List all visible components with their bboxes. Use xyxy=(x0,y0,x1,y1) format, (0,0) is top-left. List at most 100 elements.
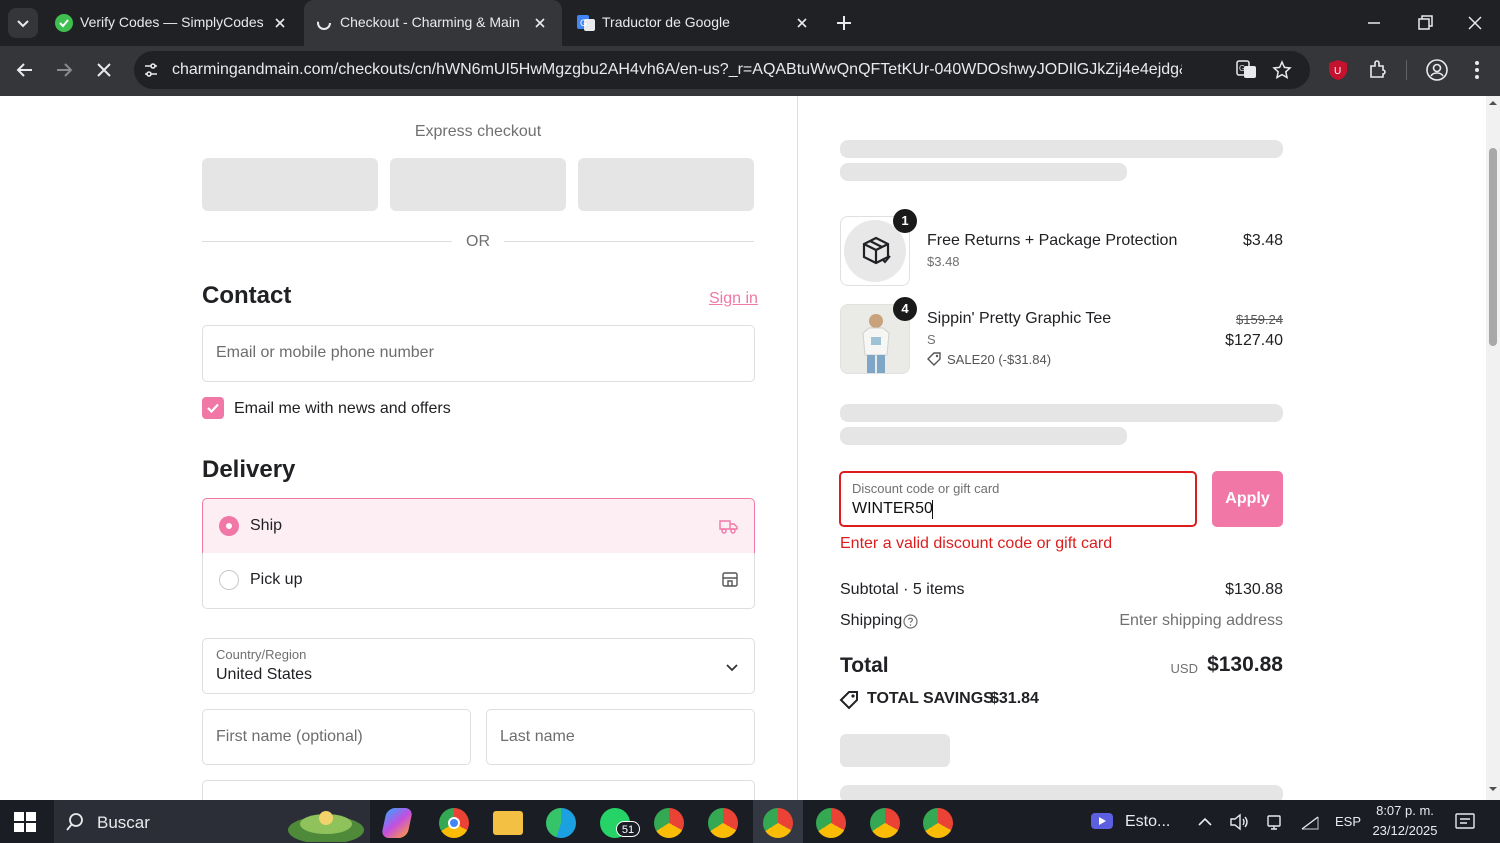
scrollbar-thumb[interactable] xyxy=(1489,148,1497,346)
clock-time[interactable]: 8:07 p. m. xyxy=(1364,803,1446,818)
subtotal-label: Subtotal · 5 items xyxy=(840,581,965,598)
delivery-option-ship[interactable]: Ship xyxy=(202,498,755,554)
search-highlight-illustration xyxy=(288,811,364,842)
express-pay-button-1[interactable] xyxy=(202,158,378,211)
close-window-icon[interactable] xyxy=(1463,11,1487,35)
tab-google-translate[interactable]: G Traductor de Google xyxy=(562,0,824,46)
close-tab-icon[interactable] xyxy=(792,13,812,33)
shipping-value: Enter shipping address xyxy=(1119,612,1283,629)
discount-code-field[interactable]: Discount code or gift card WINTER50 xyxy=(839,471,1197,527)
store-icon xyxy=(720,569,740,589)
ublock-extension-icon[interactable]: U xyxy=(1326,58,1350,82)
item-price: $3.48 xyxy=(1242,232,1283,249)
loading-placeholder xyxy=(840,427,1127,445)
file-explorer-icon[interactable] xyxy=(493,811,523,835)
savings-tag-icon xyxy=(839,690,859,710)
column-divider xyxy=(797,96,798,800)
tab-search-dropdown-icon[interactable] xyxy=(8,8,38,38)
chrome-profile-6-icon[interactable] xyxy=(923,808,953,838)
start-button[interactable] xyxy=(14,812,36,832)
or-divider-line xyxy=(504,241,754,242)
search-box-label: Buscar xyxy=(97,813,150,832)
checkmark-icon xyxy=(207,403,219,414)
apply-button[interactable]: Apply xyxy=(1212,471,1283,527)
keyboard-language[interactable]: ESP xyxy=(1335,814,1361,829)
truck-icon xyxy=(718,516,740,536)
discount-field-value: WINTER50 xyxy=(852,500,933,517)
tab-checkout[interactable]: Checkout - Charming & Main xyxy=(304,0,562,46)
loading-icon xyxy=(314,13,334,33)
chrome-profile-2-icon[interactable] xyxy=(708,808,738,838)
express-checkout-title: Express checkout xyxy=(414,123,542,140)
total-value: $130.88 xyxy=(1207,653,1283,676)
express-pay-button-2[interactable] xyxy=(390,158,566,211)
first-name-placeholder: First name (optional) xyxy=(216,728,363,745)
chrome-profile-5-icon[interactable] xyxy=(870,808,900,838)
item-variant: S xyxy=(927,332,936,347)
chrome-profile-1-icon[interactable] xyxy=(654,808,684,838)
bookmark-star-icon[interactable] xyxy=(1272,60,1292,80)
item-name: Free Returns + Package Protection xyxy=(927,232,1178,249)
taskbar-search-box[interactable]: Buscar xyxy=(54,800,370,843)
edge-icon[interactable] xyxy=(546,808,576,838)
quantity-badge: 1 xyxy=(893,209,917,233)
volume-icon[interactable] xyxy=(1228,811,1250,833)
newsletter-label: Email me with news and offers xyxy=(234,400,451,417)
profile-icon[interactable] xyxy=(1425,58,1449,82)
minimize-icon[interactable] xyxy=(1362,11,1386,35)
express-pay-button-3[interactable] xyxy=(578,158,754,211)
clock-date[interactable]: 23/12/2025 xyxy=(1364,823,1446,838)
media-widget[interactable]: Esto... xyxy=(1090,808,1180,836)
forward-icon[interactable] xyxy=(52,58,76,82)
or-divider-line xyxy=(202,241,452,242)
discount-tag-icon xyxy=(926,351,942,367)
item-old-price: $159.24 xyxy=(1236,312,1283,327)
address-field[interactable] xyxy=(202,780,755,800)
stop-loading-icon[interactable] xyxy=(92,58,116,82)
close-tab-icon[interactable] xyxy=(270,13,290,33)
display-icon[interactable] xyxy=(1265,812,1285,832)
sign-in-link[interactable]: Sign in xyxy=(709,290,758,308)
chrome-taskbar-icon[interactable] xyxy=(439,808,469,838)
chrome-profile-3-icon[interactable] xyxy=(763,808,793,838)
restore-icon[interactable] xyxy=(1413,11,1437,35)
help-icon[interactable] xyxy=(903,614,918,629)
pickup-radio[interactable] xyxy=(219,570,239,590)
quantity-badge: 4 xyxy=(893,297,917,321)
discount-error-text: Enter a valid discount code or gift card xyxy=(840,535,1113,552)
package-icon xyxy=(860,235,892,267)
first-name-field[interactable]: First name (optional) xyxy=(202,709,471,765)
extensions-icon[interactable] xyxy=(1366,58,1390,82)
back-icon[interactable] xyxy=(13,58,37,82)
chrome-menu-icon[interactable] xyxy=(1465,58,1489,82)
site-info-icon[interactable] xyxy=(142,61,160,79)
new-tab-icon[interactable] xyxy=(832,11,856,35)
email-field[interactable]: Email or mobile phone number xyxy=(202,325,755,382)
country-value: United States xyxy=(216,666,313,683)
translate-page-icon[interactable]: G xyxy=(1236,60,1258,80)
windows-logo-icon xyxy=(14,812,36,832)
scroll-down-arrow-icon[interactable] xyxy=(1486,782,1500,796)
wifi-icon[interactable] xyxy=(1299,813,1321,833)
discount-field-label: Discount code or gift card xyxy=(852,481,1000,496)
close-tab-icon[interactable] xyxy=(530,13,550,33)
notifications-icon[interactable] xyxy=(1454,811,1476,833)
scroll-up-arrow-icon[interactable] xyxy=(1486,96,1500,110)
country-select[interactable]: Country/Region United States xyxy=(202,638,755,694)
page-scrollbar[interactable] xyxy=(1486,96,1500,800)
item-price: $127.40 xyxy=(1225,332,1283,349)
address-bar[interactable]: charmingandmain.com/checkouts/cn/hWN6mUI… xyxy=(134,51,1310,89)
loading-placeholder xyxy=(840,785,1283,800)
show-hidden-icons-chevron-icon[interactable] xyxy=(1195,812,1215,832)
last-name-field[interactable]: Last name xyxy=(486,709,755,765)
media-widget-label: Esto... xyxy=(1125,813,1171,830)
tab-simplycodes[interactable]: Verify Codes — SimplyCodes xyxy=(36,0,302,46)
ship-label: Ship xyxy=(250,517,283,534)
newsletter-checkbox[interactable] xyxy=(202,397,224,419)
tab-title: Checkout - Charming & Main xyxy=(340,14,520,30)
ship-radio[interactable] xyxy=(219,516,239,536)
checkout-page: Express checkout OR Contact Sign in Emai… xyxy=(0,96,1486,800)
chrome-profile-4-icon[interactable] xyxy=(816,808,846,838)
delivery-option-pickup[interactable]: Pick up xyxy=(202,553,755,609)
toolbar-separator xyxy=(1406,60,1407,80)
